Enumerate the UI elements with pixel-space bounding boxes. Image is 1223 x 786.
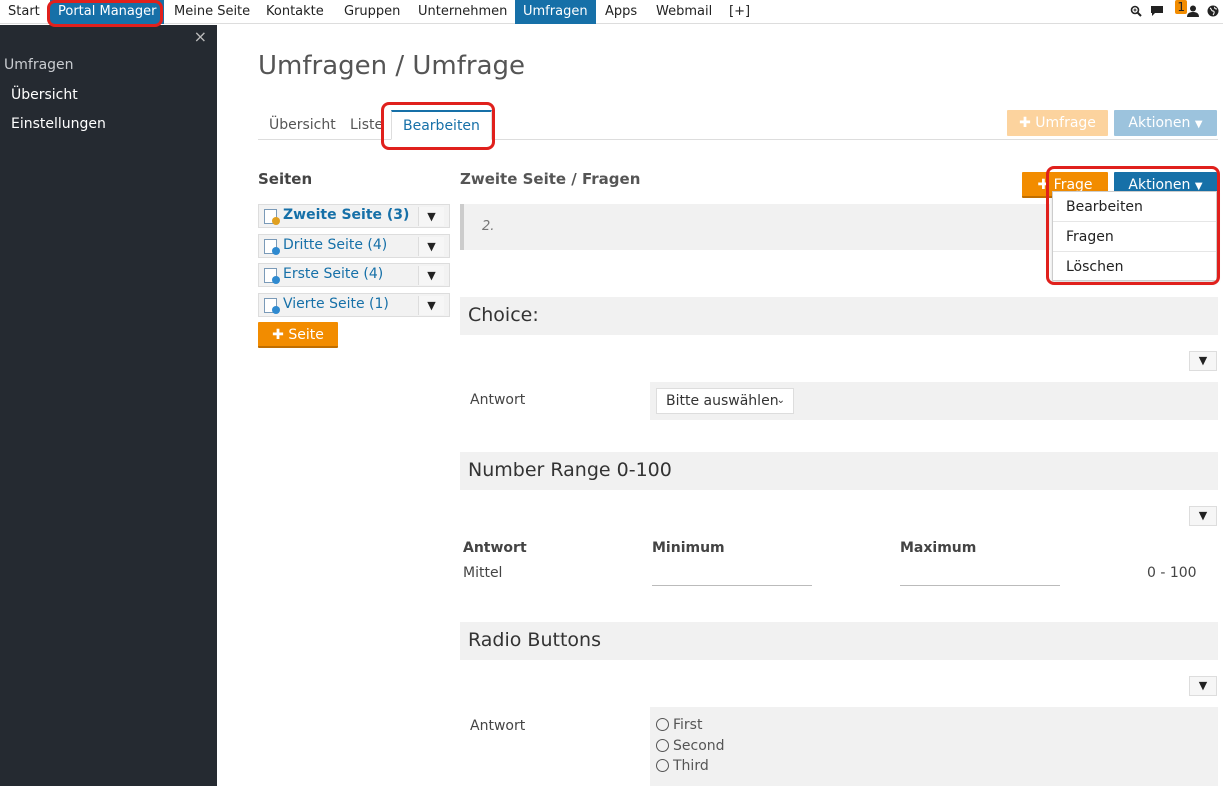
maximum-input[interactable] <box>900 564 1060 586</box>
sidebar-section-title: Umfragen <box>4 57 74 73</box>
question-radio-header: Radio Buttons <box>460 622 1218 660</box>
minimum-input[interactable] <box>652 564 812 586</box>
page-item-vierte[interactable]: Vierte Seite (1) ▼ <box>258 293 450 317</box>
page-title: Umfragen / Umfrage <box>258 51 526 81</box>
page-icon <box>264 239 280 255</box>
radio-answer-area <box>650 707 1218 786</box>
nav-umfragen[interactable]: Umfragen <box>515 0 596 24</box>
chevron-down-icon: ⌄ <box>776 395 785 406</box>
nav-apps[interactable]: Apps <box>597 0 645 24</box>
page-description: 2. <box>460 204 1050 250</box>
chevron-down-icon[interactable]: ▼ <box>418 207 444 226</box>
chat-icon[interactable]: 1 <box>1150 0 1187 20</box>
chevron-down-icon[interactable]: ▼ <box>418 296 444 315</box>
tab-uebersicht[interactable]: Übersicht <box>269 110 336 140</box>
range-col-maximum: Maximum <box>900 540 977 556</box>
radio-circle-icon <box>656 718 669 731</box>
add-page-button[interactable]: ✚ Seite <box>258 322 338 348</box>
add-survey-label: Umfrage <box>1035 115 1096 131</box>
nav-kontakte[interactable]: Kontakte <box>258 0 332 24</box>
page-item-erste[interactable]: Erste Seite (4) ▼ <box>258 263 450 287</box>
range-col-minimum: Minimum <box>652 540 725 556</box>
nav-webmail[interactable]: Webmail <box>648 0 720 24</box>
radio-circle-icon <box>656 739 669 752</box>
actions-button-top[interactable]: Aktionen ▼ <box>1114 110 1217 136</box>
nav-gruppen[interactable]: Gruppen <box>336 0 408 24</box>
radio-option-label: First <box>673 717 703 733</box>
menu-item-loeschen[interactable]: Löschen <box>1053 252 1216 282</box>
chevron-down-icon[interactable]: ▼ <box>1189 506 1217 526</box>
add-page-label: Seite <box>288 327 324 343</box>
radio-circle-icon <box>656 759 669 772</box>
nav-icons: 1 <box>1130 0 1219 24</box>
range-col-answer: Antwort <box>463 540 527 556</box>
page-item-label: Zweite Seite (3) <box>283 207 410 223</box>
user-icon[interactable] <box>1187 5 1199 20</box>
actions-label-top: Aktionen <box>1128 115 1191 131</box>
page-item-label: Dritte Seite (4) <box>283 237 388 253</box>
answer-label: Antwort <box>470 718 526 734</box>
page-edit-icon <box>264 209 280 225</box>
range-row-label: Mittel <box>463 565 503 581</box>
question-title: Choice: <box>468 304 539 326</box>
chevron-down-icon[interactable]: ▼ <box>418 237 444 256</box>
globe-icon[interactable] <box>1207 5 1219 20</box>
actions-dropdown-menu: Bearbeiten Fragen Löschen <box>1052 191 1217 281</box>
range-text: 0 - 100 <box>1147 565 1197 581</box>
nav-meine-seite[interactable]: Meine Seite <box>166 0 258 24</box>
page-item-label: Vierte Seite (1) <box>283 296 389 312</box>
nav-portal-manager[interactable]: Portal Manager <box>50 0 165 24</box>
question-title: Number Range 0-100 <box>468 459 672 481</box>
page-icon <box>264 298 280 314</box>
question-range-header: Number Range 0-100 <box>460 452 1218 490</box>
sidebar-item-einstellungen[interactable]: Einstellungen <box>11 116 106 132</box>
chevron-down-icon[interactable]: ▼ <box>1189 676 1217 696</box>
chevron-down-icon[interactable]: ▼ <box>418 266 444 285</box>
page-description-text: 2. <box>482 219 495 234</box>
radio-option-third[interactable]: Third <box>656 758 709 774</box>
question-choice-header: Choice: <box>460 297 1218 335</box>
choice-select-value: Bitte auswählen <box>666 393 779 409</box>
question-title: Radio Buttons <box>468 629 601 651</box>
radio-option-first[interactable]: First <box>656 717 702 733</box>
add-survey-button[interactable]: ✚ Umfrage <box>1007 110 1108 136</box>
sidebar: × Umfragen Übersicht Einstellungen <box>0 25 217 786</box>
chevron-down-icon: ▼ <box>1194 119 1203 130</box>
zoom-icon[interactable] <box>1130 5 1142 20</box>
page-item-zweite[interactable]: Zweite Seite (3) ▼ <box>258 204 450 228</box>
chevron-down-icon[interactable]: ▼ <box>1189 351 1217 371</box>
radio-option-label: Third <box>673 758 709 774</box>
page-icon <box>264 268 280 284</box>
nav-more[interactable]: [+] <box>721 0 758 24</box>
nav-unternehmen[interactable]: Unternehmen <box>410 0 515 24</box>
questions-heading: Zweite Seite / Fragen <box>460 170 641 188</box>
menu-item-fragen[interactable]: Fragen <box>1053 222 1216 252</box>
choice-select[interactable]: Bitte auswählen ⌄ <box>656 388 794 414</box>
menu-item-bearbeiten[interactable]: Bearbeiten <box>1053 192 1216 222</box>
sidebar-item-uebersicht[interactable]: Übersicht <box>11 87 78 103</box>
top-navigation: Start Portal Manager Meine Seite Kontakt… <box>0 0 1223 24</box>
tab-bearbeiten[interactable]: Bearbeiten <box>391 110 492 140</box>
answer-label: Antwort <box>470 392 526 408</box>
tab-liste[interactable]: Liste <box>350 110 383 140</box>
notification-badge: 1 <box>1175 0 1187 14</box>
pages-heading: Seiten <box>258 170 313 188</box>
close-icon[interactable]: × <box>194 27 207 46</box>
page-item-dritte[interactable]: Dritte Seite (4) ▼ <box>258 234 450 258</box>
radio-option-label: Second <box>673 738 725 754</box>
page-item-label: Erste Seite (4) <box>283 266 384 282</box>
nav-start[interactable]: Start <box>0 0 48 24</box>
radio-option-second[interactable]: Second <box>656 738 725 754</box>
